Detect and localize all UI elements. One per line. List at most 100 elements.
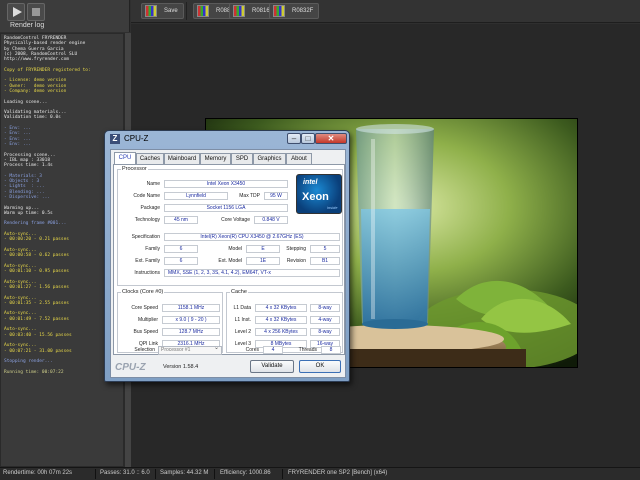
r0832f-button[interactable]: R0832F	[269, 3, 320, 19]
tab-mainboard[interactable]: Mainboard	[164, 153, 200, 164]
status-passes: Passes: 31.0 :: 6.0	[100, 470, 150, 476]
cpuz-brand: CPU-Z	[115, 362, 146, 373]
l1inst-assoc: 4-way	[310, 316, 340, 324]
level2-label: Level 2	[234, 329, 251, 335]
status-separator	[214, 469, 215, 479]
selection-row: Selection Processor #1 Cores 4 Threads 8	[113, 342, 345, 356]
status-engine: FRYRENDER one SP2 [Bench] (x64)	[288, 470, 388, 476]
close-button[interactable]: ✕	[315, 133, 347, 144]
threads-label: Threads	[298, 347, 317, 353]
processor-select[interactable]: Processor #1	[158, 345, 222, 355]
l1data-assoc: 8-way	[310, 304, 340, 312]
cpuz-footer: CPU-Z Version 1.58.4 Validate OK	[111, 356, 345, 378]
clocks-legend: Clocks (Core #0)	[122, 289, 164, 295]
threads-value: 8	[321, 346, 341, 354]
stepping-label: Stepping	[286, 246, 306, 252]
busspeed-value: 128.7 MHz	[162, 328, 220, 336]
r0816-icon	[233, 5, 245, 17]
model-value: E	[246, 245, 280, 253]
cpuz-logo-icon: Z	[110, 134, 120, 144]
r0832f-icon	[273, 5, 285, 17]
play-icon[interactable]	[7, 3, 25, 21]
corevoltage-value: 0.848 V	[254, 216, 288, 224]
maxtdp-value: 95 W	[264, 192, 288, 200]
status-efficiency: Efficiency: 1000.86	[220, 470, 271, 476]
inside-logo-text: inside	[327, 205, 338, 210]
tab-graphics[interactable]: Graphics	[253, 153, 286, 164]
technology-label: Technology	[134, 217, 160, 223]
corespeed-label: Core Speed	[131, 305, 158, 311]
name-label: Name	[146, 181, 160, 187]
toolbar: Save R088 R0816 R0832F	[131, 0, 640, 23]
tab-about[interactable]: About	[286, 153, 312, 164]
cpuz-body: CPU Caches Mainboard Memory SPD Graphics…	[110, 149, 346, 378]
tab-spd[interactable]: SPD	[231, 153, 253, 164]
xeon-logo-text: Xeon	[302, 191, 329, 203]
render-log-title: Render log	[10, 22, 45, 29]
revision-label: Revision	[286, 258, 306, 264]
extfamily-label: Ext. Family	[135, 258, 160, 264]
revision-value: B1	[310, 257, 340, 265]
tab-memory[interactable]: Memory	[200, 153, 231, 164]
ok-button[interactable]: OK	[299, 360, 341, 373]
extfamily-value: 6	[164, 257, 198, 265]
status-samples: Samples: 44.32 M	[160, 470, 209, 476]
specification-value: Intel(R) Xeon(R) CPU X3450 @ 2.67GHz (ES…	[164, 233, 340, 241]
l1inst-value: 4 x 32 KBytes	[255, 316, 307, 324]
cpuz-version: Version 1.58.4	[163, 364, 199, 370]
intel-logo-text: intel	[303, 179, 318, 186]
cpuz-titlebar[interactable]: Z CPU-Z – □ ✕	[105, 131, 349, 147]
processor-group: Processor intel Xeon inside Name Intel X…	[117, 166, 343, 286]
cpuz-tabs: CPU Caches Mainboard Memory SPD Graphics…	[113, 152, 345, 165]
l1inst-label: L1 Inst.	[234, 317, 251, 323]
maximize-button[interactable]: □	[301, 133, 315, 144]
maxtdp-label: Max TDP	[239, 193, 260, 199]
minimize-button[interactable]: –	[287, 133, 301, 144]
codename-value: Lynnfield	[164, 192, 228, 200]
status-separator	[95, 469, 96, 479]
family-value: 6	[164, 245, 198, 253]
cores-label: Cores	[245, 347, 259, 353]
multiplier-value: x 9.0 ( 9 - 20 )	[162, 316, 220, 324]
cpuz-window: Z CPU-Z – □ ✕ CPU Caches Mainboard Memor…	[104, 130, 350, 382]
codename-label: Code Name	[133, 193, 160, 199]
status-separator	[282, 469, 283, 479]
corespeed-value: 1158.1 MHz	[162, 304, 220, 312]
specification-label: Specification	[131, 234, 160, 240]
selection-label: Selection	[134, 347, 155, 353]
cpuz-title: CPU-Z	[124, 134, 149, 143]
cores-value: 4	[263, 346, 283, 354]
multiplier-label: Multiplier	[137, 317, 158, 323]
package-value: Socket 1156 LGA	[164, 204, 288, 212]
processor-legend: Processor	[122, 166, 147, 172]
technology-value: 45 nm	[164, 216, 198, 224]
save-button[interactable]: Save	[141, 3, 184, 19]
instructions-value: MMX, SSE (1, 2, 3, 3S, 4.1, 4.2), EM64T,…	[164, 269, 340, 277]
package-label: Package	[140, 205, 160, 211]
level2-value: 4 x 256 KBytes	[255, 328, 307, 336]
name-value: Intel Xeon X3450	[164, 180, 288, 188]
r088-icon	[197, 5, 209, 17]
model-label: Model	[228, 246, 242, 252]
busspeed-label: Bus Speed	[133, 329, 158, 335]
status-rendertime: Rendertime: 00h 07m 22s	[3, 470, 73, 476]
extmodel-label: Ext. Model	[218, 258, 242, 264]
cpu-panel: Processor intel Xeon inside Name Intel X…	[113, 164, 345, 355]
save-icon	[145, 5, 157, 17]
family-label: Family	[145, 246, 160, 252]
stepping-value: 5	[310, 245, 340, 253]
toolbar-separator	[186, 2, 187, 20]
log-line: Running time: 00:07:22	[4, 369, 64, 375]
validate-button[interactable]: Validate	[250, 360, 294, 373]
status-separator	[155, 469, 156, 479]
l1data-value: 4 x 32 KBytes	[255, 304, 307, 312]
cache-legend: Cache	[231, 289, 247, 295]
intel-xeon-logo: intel Xeon inside	[296, 174, 342, 214]
tab-caches[interactable]: Caches	[136, 153, 164, 164]
instructions-label: Instructions	[134, 270, 160, 276]
stop-icon[interactable]	[27, 3, 45, 21]
status-bar: Rendertime: 00h 07m 22s Passes: 31.0 :: …	[0, 467, 640, 480]
l1data-label: L1 Data	[233, 305, 251, 311]
left-toolbar: Render log	[0, 0, 130, 32]
level2-assoc: 8-way	[310, 328, 340, 336]
